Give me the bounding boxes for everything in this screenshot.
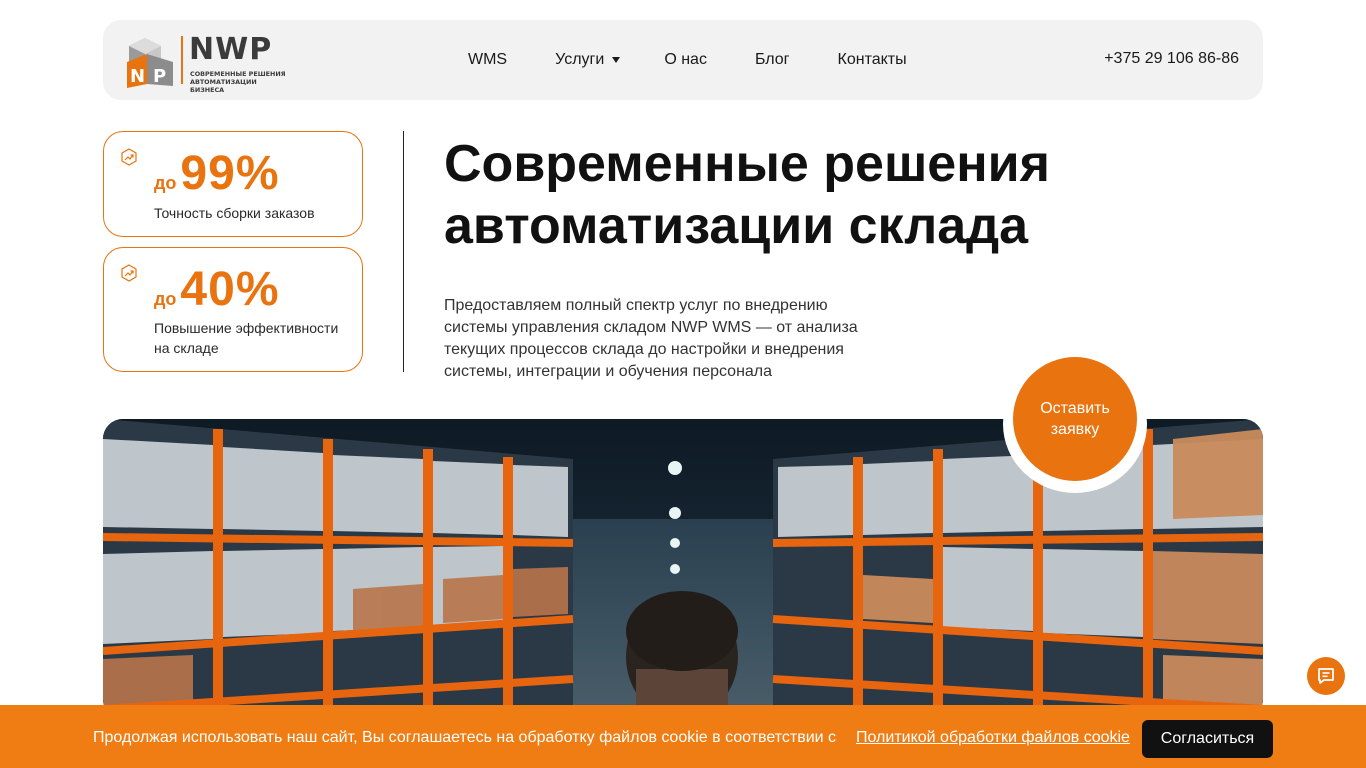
logo-divider xyxy=(181,36,183,84)
stat-number: 40% xyxy=(180,263,280,316)
hero-title: Современные решения автоматизации склада xyxy=(444,133,1144,257)
cookie-policy-link[interactable]: Политикой обработки файлов cookie xyxy=(856,729,1130,747)
nav-item-contacts[interactable]: Контакты xyxy=(838,51,907,69)
nwp-logo[interactable]: N P NWP СОВРЕМЕННЫЕ РЕШЕНИЯ АВТОМАТИЗАЦИ… xyxy=(125,32,286,94)
chat-icon xyxy=(1318,668,1334,684)
stat-number: 99% xyxy=(180,147,280,200)
stat-card-accuracy: до99% Точность сборки заказов xyxy=(103,131,363,237)
caret-down-icon xyxy=(612,57,621,63)
site-header: N P NWP СОВРЕМЕННЫЕ РЕШЕНИЯ АВТОМАТИЗАЦИ… xyxy=(103,20,1263,100)
phone-link[interactable]: +375 29 106 86-86 xyxy=(1104,50,1239,68)
svg-text:P: P xyxy=(153,66,166,87)
hero-title-line2: автоматизации склада xyxy=(444,197,1029,255)
cookie-accept-button[interactable]: Согласиться xyxy=(1142,720,1273,758)
leave-request-label: Оставить заявку xyxy=(1040,400,1110,438)
hero-title-line1: Современные решения xyxy=(444,135,1050,193)
stat-label: Повышение эффективности на складе xyxy=(154,320,339,356)
nav-item-blog[interactable]: Блог xyxy=(755,51,790,69)
logo-subtitle-line1: СОВРЕМЕННЫЕ РЕШЕНИЯ xyxy=(190,70,286,78)
nav-item-services-label: Услуги xyxy=(555,51,605,68)
leave-request-button[interactable]: Оставить заявку xyxy=(1013,357,1137,481)
trend-up-icon xyxy=(121,148,137,166)
nav-item-about[interactable]: О нас xyxy=(664,51,707,69)
cookie-banner: Продолжая использовать наш сайт, Вы согл… xyxy=(0,705,1366,768)
logo-title: NWP xyxy=(189,32,273,67)
nav-item-services[interactable]: Услуги xyxy=(555,51,621,69)
chat-button[interactable] xyxy=(1307,657,1345,695)
vertical-divider xyxy=(403,131,404,372)
cookie-text: Продолжая использовать наш сайт, Вы согл… xyxy=(93,729,837,746)
logo-subtitle-line2: АВТОМАТИЗАЦИИ БИЗНЕСА xyxy=(190,78,257,94)
stat-label: Точность сборки заказов xyxy=(154,205,315,221)
svg-text:N: N xyxy=(130,66,145,87)
nav-item-wms[interactable]: WMS xyxy=(468,51,507,69)
main-nav: WMS Услуги О нас Блог Контакты xyxy=(468,20,907,100)
logo-mark-icon: N P xyxy=(127,38,173,88)
hero-description: Предоставляем полный спектр услуг по вне… xyxy=(444,297,858,380)
trend-up-icon xyxy=(121,264,137,282)
logo-subtitle: СОВРЕМЕННЫЕ РЕШЕНИЯ АВТОМАТИЗАЦИИ БИЗНЕС… xyxy=(190,70,290,94)
stat-prefix: до xyxy=(154,289,177,309)
stat-card-efficiency: до40% Повышение эффективности на складе xyxy=(103,247,363,372)
stat-prefix: до xyxy=(154,173,177,193)
